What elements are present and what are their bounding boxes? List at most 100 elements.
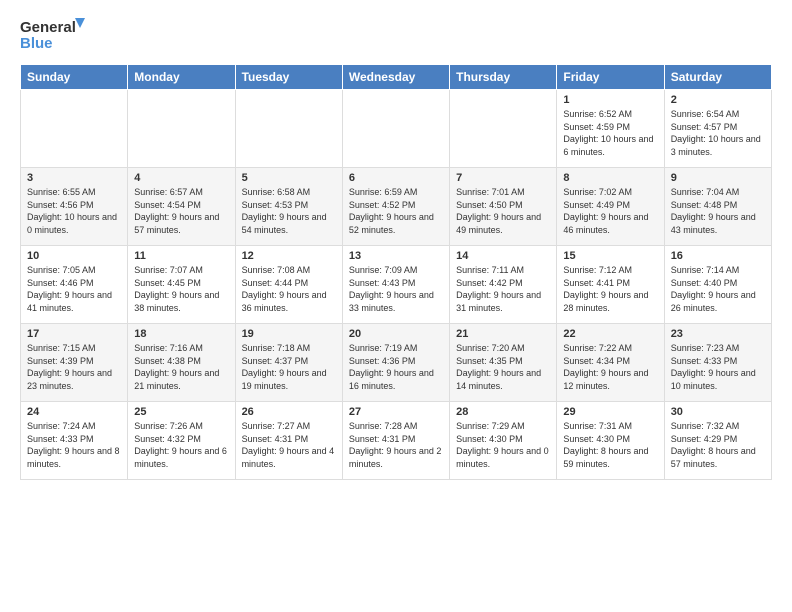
day-number: 30 xyxy=(671,406,765,418)
day-number: 27 xyxy=(349,406,443,418)
day-cell-11: 11 Sunrise: 7:07 AM Sunset: 4:45 PM Dayli… xyxy=(128,246,235,324)
day-number: 4 xyxy=(134,172,228,184)
day-cell-7: 7 Sunrise: 7:01 AM Sunset: 4:50 PM Daylig… xyxy=(450,168,557,246)
day-info: Sunrise: 7:18 AM Sunset: 4:37 PM Dayligh… xyxy=(242,342,336,392)
empty-cell xyxy=(235,90,342,168)
weekday-header-wednesday: Wednesday xyxy=(342,65,449,90)
day-number: 13 xyxy=(349,250,443,262)
day-number: 8 xyxy=(563,172,657,184)
day-info: Sunrise: 7:23 AM Sunset: 4:33 PM Dayligh… xyxy=(671,342,765,392)
day-info: Sunrise: 7:07 AM Sunset: 4:45 PM Dayligh… xyxy=(134,264,228,314)
day-info: Sunrise: 6:59 AM Sunset: 4:52 PM Dayligh… xyxy=(349,186,443,236)
day-cell-5: 5Sunrise: 6:58 AM Sunset: 4:53 PM Daylig… xyxy=(235,168,342,246)
day-info: Sunrise: 7:29 AM Sunset: 4:30 PM Dayligh… xyxy=(456,420,550,470)
day-info: Sunrise: 7:32 AM Sunset: 4:29 PM Dayligh… xyxy=(671,420,765,470)
day-info: Sunrise: 7:09 AM Sunset: 4:43 PM Dayligh… xyxy=(349,264,443,314)
day-info: Sunrise: 7:14 AM Sunset: 4:40 PM Dayligh… xyxy=(671,264,765,314)
day-number: 22 xyxy=(563,328,657,340)
day-number: 3 xyxy=(27,172,121,184)
day-cell-15: 15 Sunrise: 7:12 AM Sunset: 4:41 PM Dayli… xyxy=(557,246,664,324)
weekday-header-sunday: Sunday xyxy=(21,65,128,90)
day-cell-23: 23 Sunrise: 7:23 AM Sunset: 4:33 PM Dayli… xyxy=(664,324,771,402)
day-number: 14 xyxy=(456,250,550,262)
day-number: 18 xyxy=(134,328,228,340)
week-row-4: 17 Sunrise: 7:15 AM Sunset: 4:39 PM Dayli… xyxy=(21,324,772,402)
day-cell-27: 27 Sunrise: 7:28 AM Sunset: 4:31 PM Dayli… xyxy=(342,402,449,480)
day-number: 26 xyxy=(242,406,336,418)
day-number: 28 xyxy=(456,406,550,418)
day-cell-26: 26Sunrise: 7:27 AM Sunset: 4:31 PM Dayli… xyxy=(235,402,342,480)
day-cell-28: 28 Sunrise: 7:29 AM Sunset: 4:30 PM Dayli… xyxy=(450,402,557,480)
day-cell-18: 18 Sunrise: 7:16 AM Sunset: 4:38 PM Dayli… xyxy=(128,324,235,402)
day-cell-2: 2 Sunrise: 6:54 AM Sunset: 4:57 PM Daylig… xyxy=(664,90,771,168)
day-cell-13: 13 Sunrise: 7:09 AM Sunset: 4:43 PM Dayli… xyxy=(342,246,449,324)
day-number: 11 xyxy=(134,250,228,262)
day-number: 5 xyxy=(242,172,336,184)
day-info: Sunrise: 6:54 AM Sunset: 4:57 PM Dayligh… xyxy=(671,108,765,158)
day-number: 29 xyxy=(563,406,657,418)
day-info: Sunrise: 7:16 AM Sunset: 4:38 PM Dayligh… xyxy=(134,342,228,392)
day-info: Sunrise: 7:26 AM Sunset: 4:32 PM Dayligh… xyxy=(134,420,228,470)
day-info: Sunrise: 7:08 AM Sunset: 4:44 PM Dayligh… xyxy=(242,264,336,314)
svg-text:General: General xyxy=(20,19,76,36)
day-info: Sunrise: 7:22 AM Sunset: 4:34 PM Dayligh… xyxy=(563,342,657,392)
weekday-header-thursday: Thursday xyxy=(450,65,557,90)
day-cell-16: 16 Sunrise: 7:14 AM Sunset: 4:40 PM Dayli… xyxy=(664,246,771,324)
day-number: 20 xyxy=(349,328,443,340)
day-cell-17: 17 Sunrise: 7:15 AM Sunset: 4:39 PM Dayli… xyxy=(21,324,128,402)
day-cell-8: 8 Sunrise: 7:02 AM Sunset: 4:49 PM Daylig… xyxy=(557,168,664,246)
day-info: Sunrise: 7:02 AM Sunset: 4:49 PM Dayligh… xyxy=(563,186,657,236)
day-cell-25: 25 Sunrise: 7:26 AM Sunset: 4:32 PM Dayli… xyxy=(128,402,235,480)
day-number: 25 xyxy=(134,406,228,418)
day-number: 17 xyxy=(27,328,121,340)
day-cell-22: 22 Sunrise: 7:22 AM Sunset: 4:34 PM Dayli… xyxy=(557,324,664,402)
day-number: 19 xyxy=(242,328,336,340)
weekday-header-friday: Friday xyxy=(557,65,664,90)
day-info: Sunrise: 7:24 AM Sunset: 4:33 PM Dayligh… xyxy=(27,420,121,470)
day-cell-1: 1Sunrise: 6:52 AM Sunset: 4:59 PM Daylig… xyxy=(557,90,664,168)
day-number: 21 xyxy=(456,328,550,340)
week-row-2: 3 Sunrise: 6:55 AM Sunset: 4:56 PM Daylig… xyxy=(21,168,772,246)
weekday-header-saturday: Saturday xyxy=(664,65,771,90)
day-info: Sunrise: 7:11 AM Sunset: 4:42 PM Dayligh… xyxy=(456,264,550,314)
day-info: Sunrise: 7:01 AM Sunset: 4:50 PM Dayligh… xyxy=(456,186,550,236)
day-number: 15 xyxy=(563,250,657,262)
weekday-header-row: SundayMondayTuesdayWednesdayThursdayFrid… xyxy=(21,65,772,90)
week-row-3: 10Sunrise: 7:05 AM Sunset: 4:46 PM Dayli… xyxy=(21,246,772,324)
day-info: Sunrise: 7:05 AM Sunset: 4:46 PM Dayligh… xyxy=(27,264,121,314)
day-number: 9 xyxy=(671,172,765,184)
empty-cell xyxy=(21,90,128,168)
day-number: 24 xyxy=(27,406,121,418)
day-number: 6 xyxy=(349,172,443,184)
logo: GeneralBlue xyxy=(20,16,90,52)
week-row-1: 1Sunrise: 6:52 AM Sunset: 4:59 PM Daylig… xyxy=(21,90,772,168)
day-info: Sunrise: 7:20 AM Sunset: 4:35 PM Dayligh… xyxy=(456,342,550,392)
day-cell-29: 29 Sunrise: 7:31 AM Sunset: 4:30 PM Dayli… xyxy=(557,402,664,480)
week-row-5: 24 Sunrise: 7:24 AM Sunset: 4:33 PM Dayli… xyxy=(21,402,772,480)
day-cell-30: 30 Sunrise: 7:32 AM Sunset: 4:29 PM Dayli… xyxy=(664,402,771,480)
day-cell-10: 10Sunrise: 7:05 AM Sunset: 4:46 PM Dayli… xyxy=(21,246,128,324)
day-cell-4: 4Sunrise: 6:57 AM Sunset: 4:54 PM Daylig… xyxy=(128,168,235,246)
empty-cell xyxy=(342,90,449,168)
day-info: Sunrise: 7:19 AM Sunset: 4:36 PM Dayligh… xyxy=(349,342,443,392)
day-number: 23 xyxy=(671,328,765,340)
empty-cell xyxy=(450,90,557,168)
day-cell-19: 19 Sunrise: 7:18 AM Sunset: 4:37 PM Dayli… xyxy=(235,324,342,402)
day-info: Sunrise: 7:15 AM Sunset: 4:39 PM Dayligh… xyxy=(27,342,121,392)
svg-text:Blue: Blue xyxy=(20,35,53,52)
day-info: Sunrise: 7:12 AM Sunset: 4:41 PM Dayligh… xyxy=(563,264,657,314)
day-cell-9: 9Sunrise: 7:04 AM Sunset: 4:48 PM Daylig… xyxy=(664,168,771,246)
day-cell-20: 20 Sunrise: 7:19 AM Sunset: 4:36 PM Dayli… xyxy=(342,324,449,402)
day-cell-24: 24 Sunrise: 7:24 AM Sunset: 4:33 PM Dayli… xyxy=(21,402,128,480)
page: GeneralBlue SundayMondayTuesdayWednesday… xyxy=(0,0,792,490)
day-info: Sunrise: 6:55 AM Sunset: 4:56 PM Dayligh… xyxy=(27,186,121,236)
day-info: Sunrise: 7:31 AM Sunset: 4:30 PM Dayligh… xyxy=(563,420,657,470)
day-info: Sunrise: 7:28 AM Sunset: 4:31 PM Dayligh… xyxy=(349,420,443,470)
calendar-table: SundayMondayTuesdayWednesdayThursdayFrid… xyxy=(20,64,772,480)
day-number: 2 xyxy=(671,94,765,106)
day-number: 16 xyxy=(671,250,765,262)
day-number: 7 xyxy=(456,172,550,184)
day-cell-12: 12Sunrise: 7:08 AM Sunset: 4:44 PM Dayli… xyxy=(235,246,342,324)
header: GeneralBlue xyxy=(20,16,772,52)
day-number: 1 xyxy=(563,94,657,106)
